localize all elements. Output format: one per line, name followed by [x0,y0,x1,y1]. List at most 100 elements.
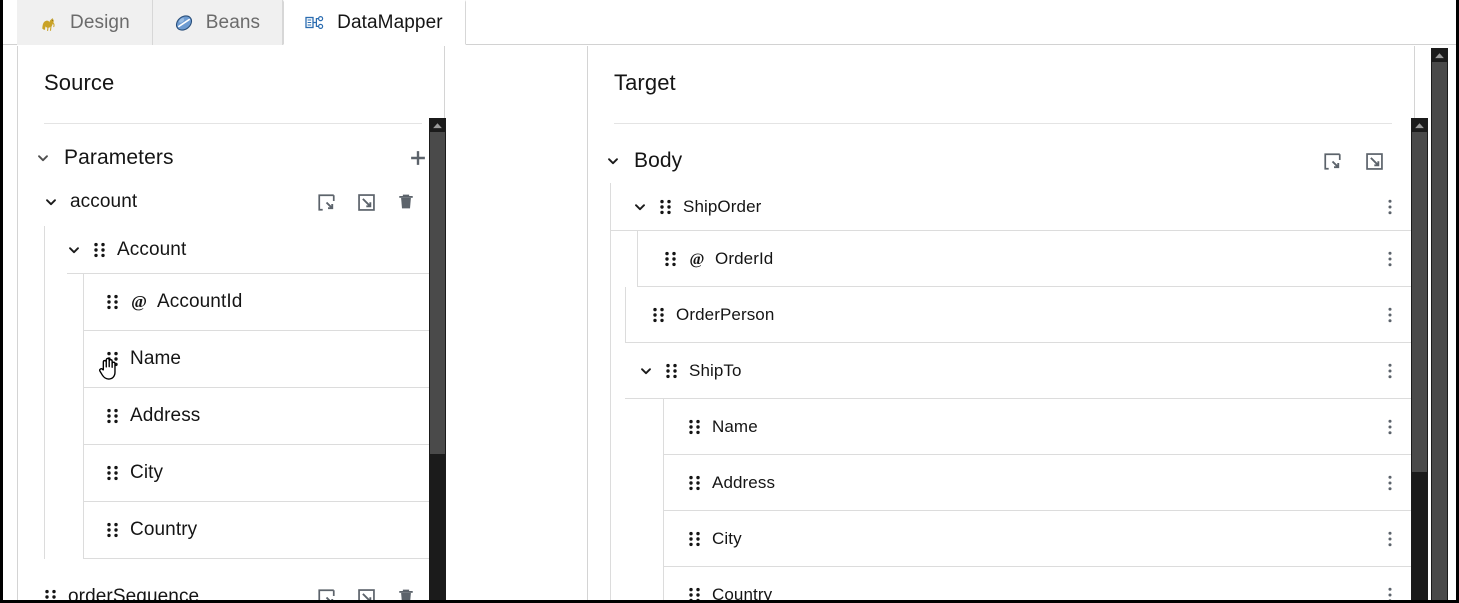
drag-handle-icon[interactable] [93,242,106,258]
drag-handle-icon[interactable] [106,522,119,538]
source-field-label: Address [130,405,201,426]
kebab-menu-icon[interactable] [1378,195,1402,219]
scrollbar-thumb[interactable] [1412,132,1427,472]
scrollbar-thumb[interactable] [1432,62,1447,600]
drag-handle-icon[interactable] [106,465,119,481]
target-ship-to-children: Name Address City Country [663,399,1414,603]
chevron-down-icon[interactable] [633,200,647,214]
target-panel-scrollbar[interactable] [1411,118,1428,600]
source-title: Source [44,70,115,95]
bean-icon [173,12,195,34]
chevron-down-icon[interactable] [67,243,81,257]
trash-icon[interactable] [394,585,418,600]
drag-handle-icon[interactable] [665,363,678,379]
chevron-down-icon[interactable] [606,154,620,168]
drag-handle-icon[interactable] [688,419,701,435]
svg-text:@: @ [131,293,147,311]
scrollbar-thumb[interactable] [430,132,445,454]
source-panel-scrollbar[interactable] [429,118,446,600]
source-node-order-sequence-label: orderSequence [68,586,200,603]
drag-handle-icon[interactable] [106,408,119,424]
tab-design-label: Design [70,11,130,33]
drag-handle-icon[interactable] [659,199,672,215]
detach-document-icon[interactable] [354,190,378,214]
target-title: Target [614,70,676,95]
source-node-account-type[interactable]: Account [67,226,430,274]
drag-handle-icon[interactable] [688,531,701,547]
scroll-up-arrow-icon[interactable] [1411,118,1428,132]
target-field-row[interactable]: City [663,511,1414,567]
target-panel: Target Body ShipOrder @ OrderId OrderPer… [587,46,1415,603]
source-node-account-type-label: Account [117,238,187,260]
source-field-label: City [130,462,164,483]
datamapper-icon [304,12,326,34]
source-fields-list: @ AccountId Name Address City Country [67,274,430,559]
attach-document-icon[interactable] [1320,149,1344,173]
body-label: Body [634,149,683,172]
add-parameter-button[interactable] [406,146,430,170]
target-field-row[interactable]: @ OrderId [637,231,1414,287]
target-node-ship-to[interactable]: ShipTo [625,343,1414,399]
parameters-label: Parameters [64,146,174,169]
drag-handle-icon[interactable] [688,587,701,600]
kebab-menu-icon[interactable] [1378,471,1402,495]
kebab-menu-icon[interactable] [1378,359,1402,383]
target-field-label: City [712,528,742,548]
attach-document-icon[interactable] [314,190,338,214]
editor-tab-bar: Design Beans DataMapper [3,0,1456,45]
scroll-up-arrow-icon[interactable] [1431,48,1448,62]
parameters-group-header[interactable]: Parameters [18,124,444,170]
source-field-row[interactable]: City [83,445,430,502]
trash-icon[interactable] [394,190,418,214]
chevron-down-icon[interactable] [36,151,50,165]
kebab-menu-icon[interactable] [1378,247,1402,271]
target-field-label: Country [712,584,773,603]
source-node-account[interactable]: account [44,178,430,226]
target-field-label: Name [712,416,758,436]
chevron-down-icon[interactable] [639,364,653,378]
drag-handle-icon[interactable] [652,307,665,323]
source-field-row[interactable]: Name [83,331,430,388]
source-node-order-sequence[interactable]: orderSequence [44,573,430,603]
source-field-row[interactable]: Address [83,388,430,445]
source-field-row[interactable]: Country [83,502,430,559]
tab-beans-label: Beans [205,11,261,33]
target-field-label: OrderPerson [676,304,775,324]
kebab-menu-icon[interactable] [1378,583,1402,600]
page-scrollbar[interactable] [1431,48,1448,600]
target-field-row[interactable]: Name [663,399,1414,455]
attach-document-icon[interactable] [314,585,338,600]
target-field-row[interactable]: Address [663,455,1414,511]
detach-document-icon[interactable] [1362,149,1386,173]
target-ship-order-children: @ OrderId OrderPerson ShipTo Name Addres… [625,231,1414,603]
datamapper-window: Design Beans DataMapper Source Parameter… [0,0,1459,603]
kebab-menu-icon[interactable] [1378,527,1402,551]
source-field-label: Name [130,348,182,369]
kebab-menu-icon[interactable] [1378,415,1402,439]
scroll-up-arrow-icon[interactable] [429,118,446,132]
body-group-header[interactable]: Body [588,124,1414,173]
svg-text:@: @ [690,251,705,268]
target-field-label: Address [712,472,776,492]
tab-datamapper[interactable]: DataMapper [283,0,466,45]
drag-handle-icon[interactable] [664,251,677,267]
tab-design[interactable]: Design [17,0,153,45]
source-account-subtree: Account @ AccountId Name Address City Co… [44,226,430,559]
drag-handle-icon[interactable] [106,294,119,310]
at-icon: @ [688,250,706,268]
target-node-ship-order[interactable]: ShipOrder [611,183,1414,231]
target-field-row[interactable]: Country [663,567,1414,603]
tab-beans[interactable]: Beans [152,0,284,45]
source-field-row[interactable]: @ AccountId [83,274,430,331]
target-body-subtree: ShipOrder @ OrderId OrderPerson ShipTo N… [610,183,1414,603]
camel-icon [37,12,59,34]
drag-handle-icon[interactable] [106,351,119,367]
source-field-label: AccountId [157,291,243,312]
detach-document-icon[interactable] [354,585,378,600]
kebab-menu-icon[interactable] [1378,303,1402,327]
target-field-row[interactable]: OrderPerson [625,287,1414,343]
drag-handle-icon[interactable] [44,589,57,600]
target-node-ship-to-label: ShipTo [689,360,742,380]
chevron-down-icon[interactable] [44,195,58,209]
drag-handle-icon[interactable] [688,475,701,491]
